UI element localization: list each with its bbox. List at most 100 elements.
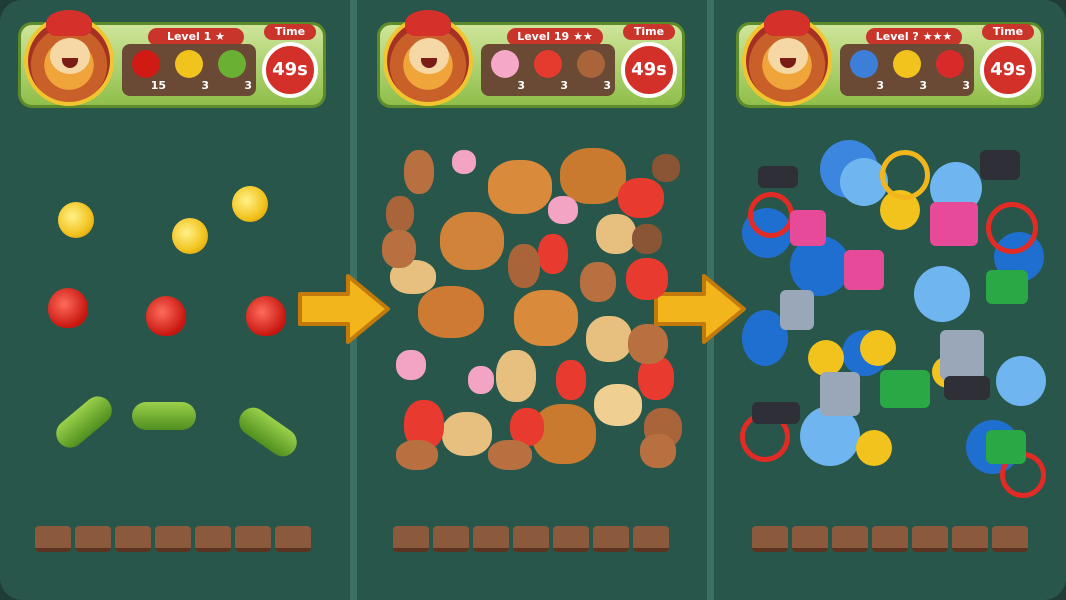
time-value: 49s [262,42,318,98]
tray-slot [235,526,271,552]
strawberry-icon [132,50,160,78]
ice-cream-cone[interactable] [580,262,616,302]
burger[interactable] [514,290,578,346]
strawberry[interactable] [146,296,186,336]
tray-slot [473,526,509,552]
toy-plane[interactable] [132,402,196,430]
ice-cream-icon [491,50,519,78]
sandwich[interactable] [596,214,636,254]
duck-toy[interactable] [58,202,94,238]
duck-icon [175,50,203,78]
ice-cream-cone[interactable] [508,244,540,288]
sandwich[interactable] [594,384,642,426]
duck-toy[interactable] [808,340,844,376]
goal-fries: 3 [528,48,568,92]
duck-toy[interactable] [856,430,892,466]
tray-slot [35,526,71,552]
ice-cream[interactable] [452,150,476,174]
ice-cream-cone[interactable] [396,440,438,470]
ice-cream-cone[interactable] [640,434,676,468]
star-icon: ★ [215,30,226,43]
pink-cube[interactable] [790,210,826,246]
skateboard[interactable] [758,166,798,188]
collection-tray [393,526,669,552]
hud-level-19: Level 19 ★★ 3 3 3 Time 49s [377,10,685,110]
burger[interactable] [418,286,484,338]
strawberry[interactable] [246,296,286,336]
ring-toy[interactable] [986,202,1038,254]
fries[interactable] [538,234,568,274]
pink-cube[interactable] [930,202,978,246]
collection-tray [35,526,311,552]
hud-level-unknown: Level ? ★★★ 3 3 3 Time 49s [736,10,1044,110]
robot-toy[interactable] [780,290,814,330]
fries[interactable] [618,178,664,218]
sandwich[interactable] [496,350,536,402]
green-block[interactable] [986,430,1026,464]
goal-list: 15 3 3 [122,44,256,96]
sandwich[interactable] [586,316,632,362]
tray-slot [633,526,669,552]
time-value: 49s [621,42,677,98]
ice-cream-cone[interactable] [404,150,434,194]
fries[interactable] [556,360,586,400]
chocolate-ice-cream[interactable] [632,224,662,254]
cat-avatar [742,10,832,106]
burger[interactable] [560,148,626,204]
macaron-icon [936,50,964,78]
burger[interactable] [440,212,504,270]
tray-slot [553,526,589,552]
tray-slot [992,526,1028,552]
ice-cream[interactable] [396,350,426,380]
tray-slot [513,526,549,552]
ice-cream-cone[interactable] [628,324,668,364]
ring-toy[interactable] [748,192,794,238]
ice-cream[interactable] [548,196,578,224]
goal-bell: 3 [844,48,884,92]
duck-toy[interactable] [172,218,208,254]
tray-slot [275,526,311,552]
globe-ball[interactable] [996,356,1046,406]
ice-cream-cone[interactable] [488,440,532,470]
goal-duck: 3 [169,48,209,92]
burger[interactable] [488,160,552,214]
arrow-right-icon [298,274,390,344]
skateboard[interactable] [944,376,990,400]
chocolate-ice-cream[interactable] [652,154,680,182]
robot-toy[interactable] [940,330,984,380]
tray-slot [75,526,111,552]
time-label: Time [982,24,1034,40]
goal-list: 3 3 3 [840,44,974,96]
robot-toy[interactable] [820,372,860,416]
goal-plane: 3 [212,48,252,92]
tray-slot [792,526,828,552]
goal-list: 3 3 3 [481,44,615,96]
sandwich[interactable] [442,412,492,456]
green-block[interactable] [880,370,930,408]
goal-cone: 3 [571,48,611,92]
tray-slot [872,526,908,552]
cat-avatar [383,10,473,106]
game-promo-stage: Level 1 ★ 15 3 3 Time 49s Level 19 ★★ 3 … [0,0,1066,600]
plane-icon [218,50,246,78]
tray-slot [832,526,868,552]
time-label: Time [264,24,316,40]
duck-toy[interactable] [232,186,268,222]
ice-cream[interactable] [468,366,494,394]
star-icon: ★★★ [922,30,953,43]
green-block[interactable] [986,270,1028,304]
goal-duck: 3 [887,48,927,92]
pink-cube[interactable] [844,250,884,290]
ice-cream-cone[interactable] [382,230,416,268]
duck-toy[interactable] [860,330,896,366]
ice-cream-cone[interactable] [386,196,414,232]
globe-ball[interactable] [914,266,970,322]
hud-level-1: Level 1 ★ 15 3 3 Time 49s [18,10,326,110]
ring-toy[interactable] [880,150,930,200]
skateboard[interactable] [752,402,800,424]
skateboard[interactable] [980,150,1020,180]
duck-icon [893,50,921,78]
collection-tray [752,526,1028,552]
strawberry[interactable] [48,288,88,328]
fries[interactable] [626,258,668,300]
